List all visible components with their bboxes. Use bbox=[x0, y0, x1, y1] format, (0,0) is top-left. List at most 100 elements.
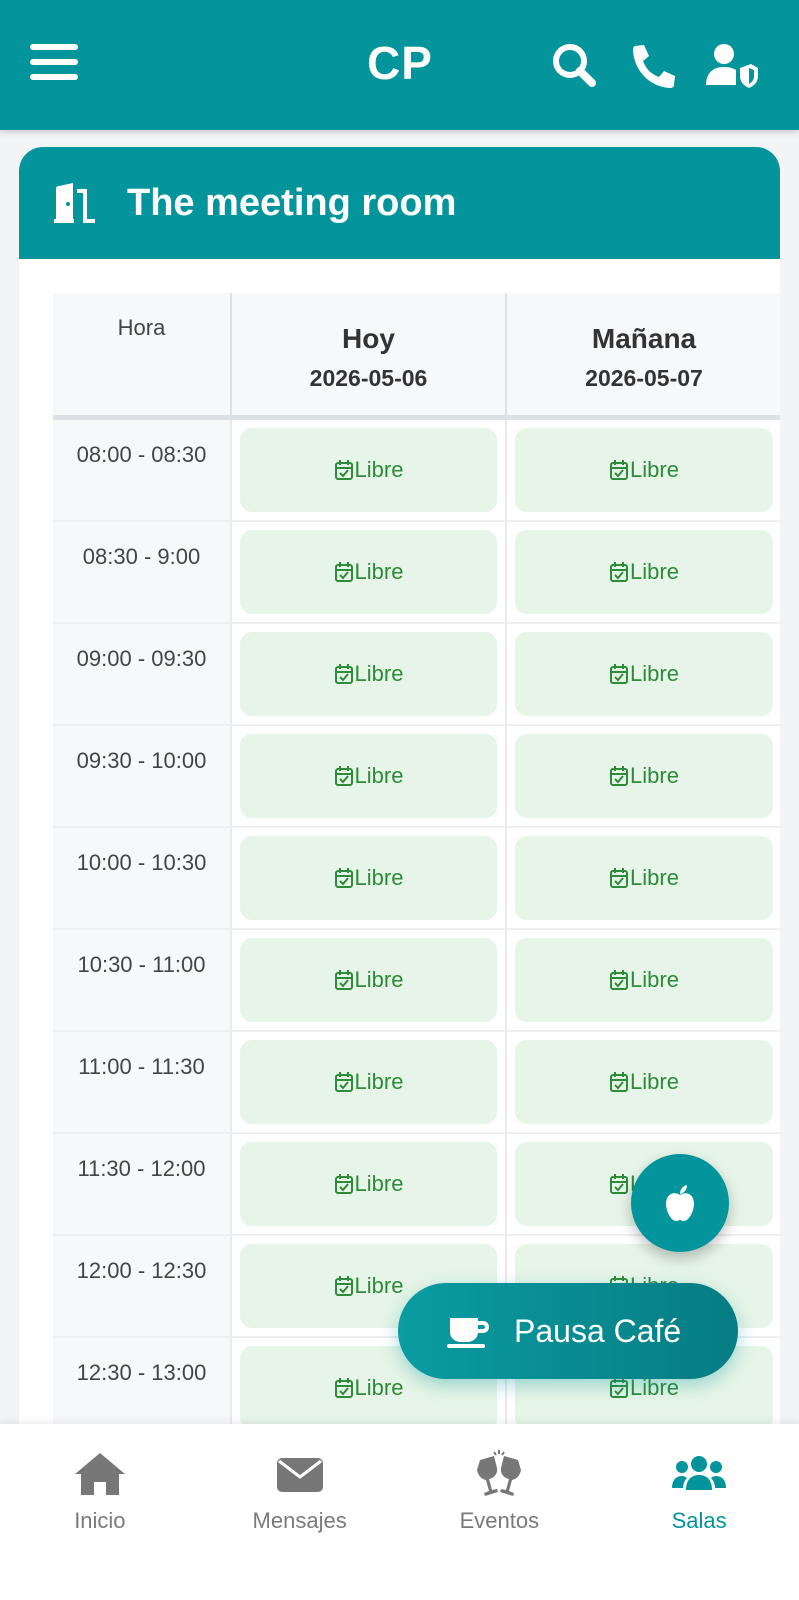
time-slot-label: 10:30 - 11:00 bbox=[53, 928, 232, 1032]
slot-status: Libre bbox=[354, 1068, 404, 1094]
users-icon bbox=[672, 1456, 727, 1490]
schedule-table: Hora Hoy 2026-05-06 Mañana 2026-05-07 08… bbox=[53, 293, 780, 1447]
bottom-navigation: Inicio Mensajes Eventos Salas bbox=[0, 1424, 799, 1600]
slot-cell-tomorrow: Libre bbox=[506, 417, 780, 522]
time-slot-label: 09:00 - 09:30 bbox=[53, 622, 232, 726]
table-row: 08:30 - 9:00 Libre Libre bbox=[53, 520, 780, 624]
nav-item-mensajes[interactable]: Mensajes bbox=[200, 1424, 400, 1600]
app-title: CP bbox=[367, 37, 433, 89]
slot-cell-tomorrow: Libre bbox=[506, 928, 780, 1032]
room-title: The meeting room bbox=[127, 181, 457, 224]
free-slot-button[interactable]: Libre bbox=[515, 733, 773, 818]
free-slot-button[interactable]: Libre bbox=[515, 631, 773, 716]
free-slot-button[interactable]: Libre bbox=[240, 835, 497, 920]
coffee-break-label: Pausa Café bbox=[514, 1312, 682, 1349]
calendar-check-icon bbox=[334, 1377, 353, 1398]
free-slot-button[interactable]: Libre bbox=[240, 631, 497, 716]
calendar-check-icon bbox=[334, 867, 353, 888]
nav-label: Mensajes bbox=[252, 1508, 347, 1533]
calendar-check-icon bbox=[334, 561, 353, 582]
user-shield-icon[interactable] bbox=[705, 40, 759, 92]
slot-cell-tomorrow: Libre bbox=[506, 520, 780, 624]
coffee-break-button[interactable]: Pausa Café bbox=[398, 1283, 738, 1379]
calendar-check-icon bbox=[334, 663, 353, 684]
slot-cell-today: Libre bbox=[231, 417, 507, 522]
calendar-check-icon bbox=[610, 561, 629, 582]
calendar-check-icon bbox=[610, 969, 629, 990]
nav-item-eventos[interactable]: Eventos bbox=[400, 1424, 600, 1600]
calendar-check-icon bbox=[334, 1275, 353, 1296]
slot-status: Libre bbox=[630, 966, 679, 992]
calendar-check-icon bbox=[610, 459, 629, 480]
phone-icon[interactable] bbox=[626, 40, 680, 92]
day-date: 2026-05-07 bbox=[585, 365, 703, 391]
day-name: Mañana bbox=[591, 323, 697, 354]
slot-status: Libre bbox=[354, 864, 404, 890]
nav-item-inicio[interactable]: Inicio bbox=[0, 1424, 200, 1600]
free-slot-button[interactable]: Libre bbox=[515, 427, 773, 512]
day-header-today: Hoy 2026-05-06 bbox=[231, 293, 507, 420]
slot-status: Libre bbox=[630, 1068, 679, 1094]
calendar-check-icon bbox=[610, 1377, 629, 1398]
slot-status: Libre bbox=[354, 1272, 404, 1298]
table-row: 09:30 - 10:00 Libre Libre bbox=[53, 724, 780, 828]
slot-status: Libre bbox=[630, 660, 679, 686]
day-header-tomorrow: Mañana 2026-05-07 bbox=[506, 293, 780, 420]
apple-icon bbox=[666, 1185, 694, 1221]
table-row: 08:00 - 08:30 Libre Libre bbox=[53, 417, 780, 522]
free-slot-button[interactable]: Libre bbox=[515, 835, 773, 920]
slot-cell-today: Libre bbox=[231, 1030, 507, 1134]
free-slot-button[interactable]: Libre bbox=[240, 427, 497, 512]
nav-label: Salas bbox=[671, 1508, 727, 1533]
table-row: 09:00 - 09:30 Libre Libre bbox=[53, 622, 780, 726]
nav-label: Inicio bbox=[74, 1508, 126, 1533]
calendar-check-icon bbox=[334, 969, 353, 990]
free-slot-button[interactable]: Libre bbox=[515, 529, 773, 614]
slot-cell-today: Libre bbox=[231, 622, 507, 726]
time-slot-label: 08:00 - 08:30 bbox=[53, 417, 232, 522]
envelope-icon bbox=[276, 1458, 323, 1492]
coffee-icon bbox=[447, 1318, 489, 1348]
slot-cell-today: Libre bbox=[231, 724, 507, 828]
table-row: 10:00 - 10:30 Libre Libre bbox=[53, 826, 780, 930]
free-slot-button[interactable]: Libre bbox=[240, 529, 497, 614]
day-name: Hoy bbox=[342, 323, 395, 354]
slot-status: Libre bbox=[354, 1170, 404, 1196]
slot-status: Libre bbox=[630, 864, 679, 890]
slot-status: Libre bbox=[630, 456, 679, 482]
slot-cell-tomorrow: Libre bbox=[506, 1030, 780, 1134]
free-slot-button[interactable]: Libre bbox=[515, 937, 773, 1022]
nav-label: Eventos bbox=[459, 1508, 540, 1533]
calendar-check-icon bbox=[334, 1173, 353, 1194]
slot-status: Libre bbox=[354, 660, 404, 686]
free-slot-button[interactable]: Libre bbox=[240, 1141, 497, 1226]
time-slot-label: 11:30 - 12:00 bbox=[53, 1132, 232, 1236]
free-slot-button[interactable]: Libre bbox=[515, 1039, 773, 1124]
slot-status: Libre bbox=[630, 762, 679, 788]
apple-fab-button[interactable] bbox=[631, 1154, 729, 1252]
slot-status: Libre bbox=[354, 762, 404, 788]
slot-status: Libre bbox=[354, 966, 404, 992]
slot-cell-tomorrow: Libre bbox=[506, 724, 780, 828]
slot-cell-today: Libre bbox=[231, 928, 507, 1032]
time-slot-label: 09:30 - 10:00 bbox=[53, 724, 232, 828]
menu-icon[interactable] bbox=[30, 44, 78, 86]
home-icon bbox=[74, 1453, 125, 1495]
free-slot-button[interactable]: Libre bbox=[240, 1039, 497, 1124]
nav-item-salas[interactable]: Salas bbox=[599, 1424, 799, 1600]
app-header: CP bbox=[0, 0, 799, 130]
slot-cell-today: Libre bbox=[231, 1132, 507, 1236]
calendar-check-icon bbox=[610, 765, 629, 786]
free-slot-button[interactable]: Libre bbox=[240, 733, 497, 818]
calendar-check-icon bbox=[334, 1071, 353, 1092]
slot-status: Libre bbox=[354, 456, 404, 482]
free-slot-button[interactable]: Libre bbox=[240, 937, 497, 1022]
calendar-check-icon bbox=[610, 663, 629, 684]
slot-cell-today: Libre bbox=[231, 826, 507, 930]
search-icon[interactable] bbox=[548, 40, 602, 92]
day-date: 2026-05-06 bbox=[309, 365, 428, 391]
calendar-check-icon bbox=[610, 1173, 629, 1194]
time-slot-label: 11:00 - 11:30 bbox=[53, 1030, 232, 1134]
table-row: 11:00 - 11:30 Libre Libre bbox=[53, 1030, 780, 1134]
slot-status: Libre bbox=[354, 558, 404, 584]
